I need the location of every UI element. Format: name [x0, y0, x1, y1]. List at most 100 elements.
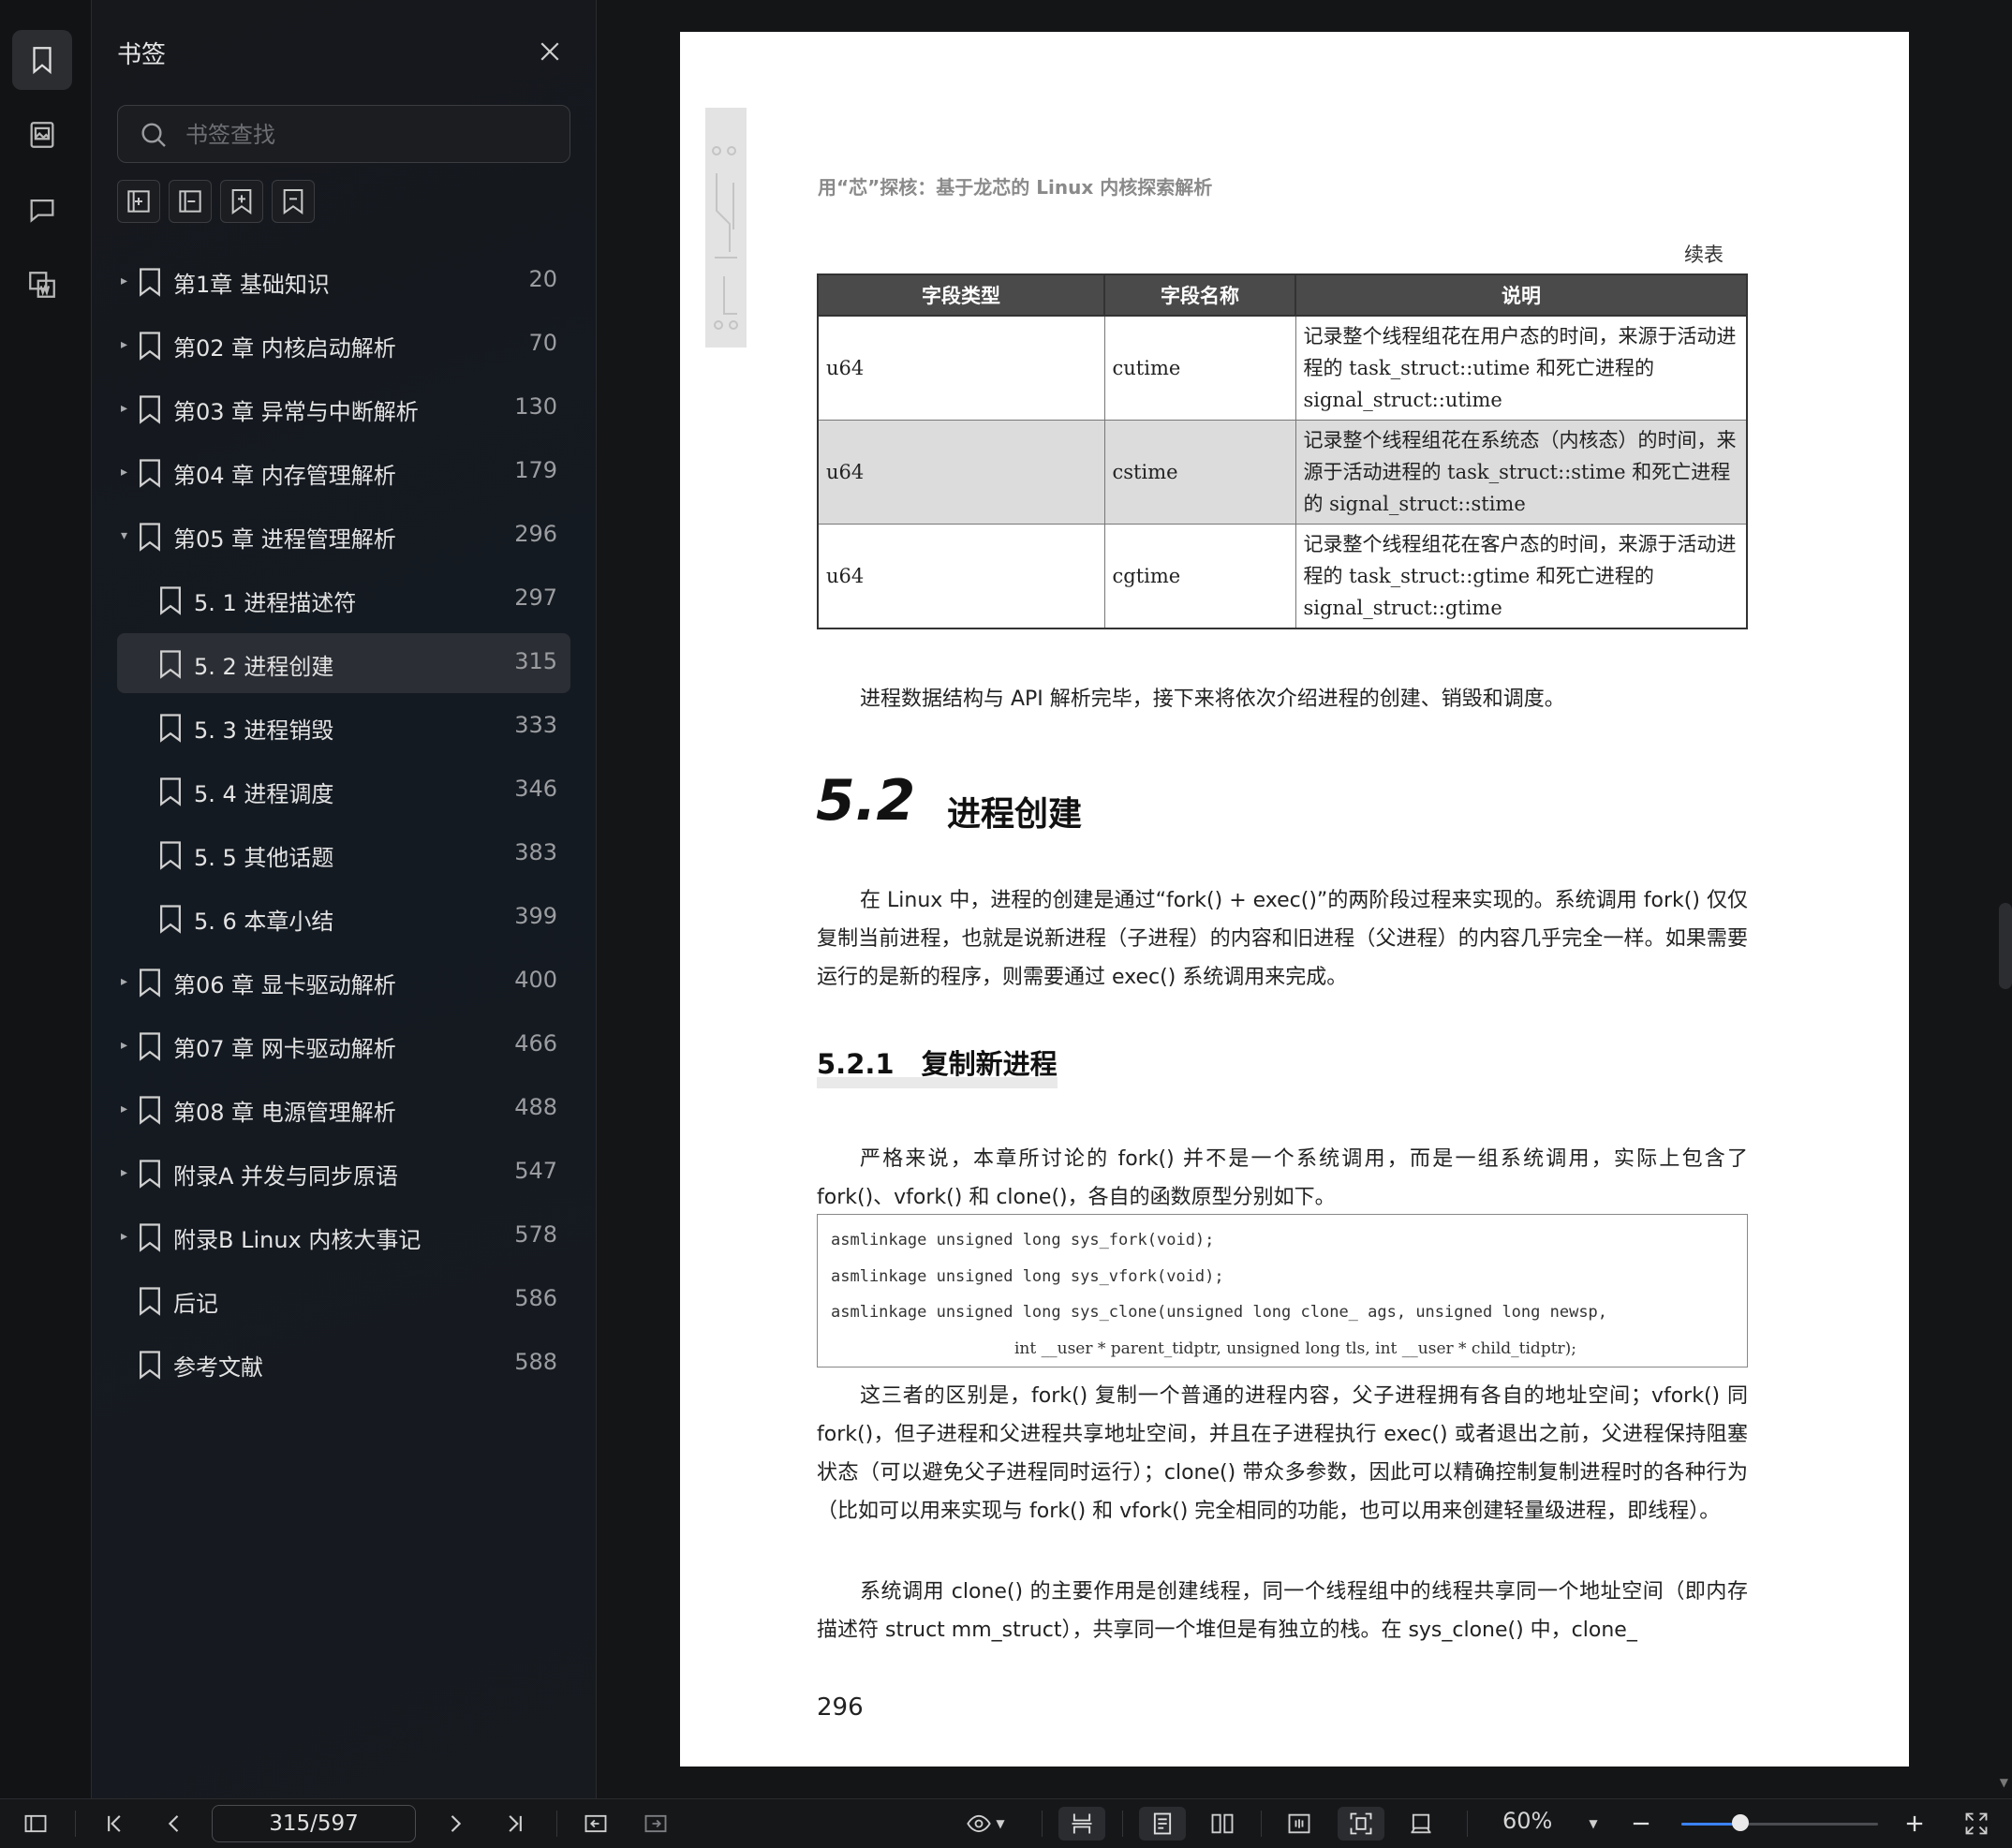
expand-arrow-icon[interactable]: ▸	[121, 1165, 127, 1180]
page-number: 296	[817, 1693, 864, 1722]
bookmark-icon	[140, 332, 160, 361]
bookmark-item[interactable]: ▸ 第03 章 异常与中断解析 130	[117, 378, 570, 438]
remove-bookmark-button[interactable]	[272, 180, 315, 223]
circuit-icon	[712, 146, 738, 330]
two-page-icon	[1211, 1813, 1234, 1834]
add-bookmark-button[interactable]	[220, 180, 263, 223]
chevron-down-icon: ▼	[1589, 1817, 1598, 1830]
scroll-down-icon[interactable]: ▼	[2000, 1776, 2008, 1789]
bookmark-label: 第04 章 内存管理解析	[173, 463, 396, 489]
continuous-scroll-button[interactable]	[1058, 1807, 1105, 1841]
expand-all-button[interactable]	[117, 180, 160, 223]
bookmark-icon	[160, 714, 181, 743]
single-page-button[interactable]	[1139, 1807, 1186, 1841]
bookmark-page-number: 20	[528, 266, 557, 292]
bookmark-label: 第1章 基础知识	[173, 272, 330, 298]
fit-page-button[interactable]	[1338, 1807, 1384, 1841]
bookmark-icon	[33, 47, 52, 75]
expand-arrow-icon[interactable]: ▸	[121, 274, 127, 288]
bookmark-item[interactable]: 5. 4 进程调度 346	[117, 761, 570, 821]
bookmark-page-number: 315	[514, 648, 557, 674]
bookmark-item[interactable]: ▸ 第07 章 网卡驱动解析 466	[117, 1015, 570, 1075]
bookmark-page-number: 399	[514, 903, 557, 929]
bookmark-page-number: 547	[514, 1158, 557, 1184]
view-mode-dropdown[interactable]: ▼	[957, 1807, 1013, 1841]
activity-rail	[0, 0, 92, 1798]
bookmark-item[interactable]: 后记 586	[117, 1270, 570, 1330]
comments-panel-button[interactable]	[12, 180, 72, 240]
scrollbar-thumb[interactable]	[1999, 903, 2012, 989]
collapse-all-button[interactable]	[169, 180, 212, 223]
paragraph: 严格来说，本章所讨论的 fork() 并不是一个系统调用，而是一组系统调用，实际…	[817, 1147, 1748, 1209]
bookmark-item[interactable]: ▸ 第08 章 电源管理解析 488	[117, 1079, 570, 1139]
bookmark-item[interactable]: ▸ 第04 章 内存管理解析 179	[117, 442, 570, 502]
previous-page-button[interactable]	[157, 1807, 191, 1841]
bookmark-page-number: 400	[514, 967, 557, 993]
bookmark-item[interactable]: 5. 5 其他话题 383	[117, 824, 570, 884]
fit-width-button[interactable]	[1276, 1807, 1323, 1841]
last-page-button[interactable]	[498, 1807, 532, 1841]
bookmark-item[interactable]: ▸ 第02 章 内核启动解析 70	[117, 315, 570, 375]
thumbnails-panel-button[interactable]	[12, 105, 72, 165]
expand-arrow-icon[interactable]: ▸	[121, 1101, 127, 1116]
bookmarks-panel-button[interactable]	[12, 30, 72, 90]
search-input[interactable]	[184, 115, 553, 155]
bookmark-item[interactable]: ▸ 第1章 基础知识 20	[117, 251, 570, 311]
bookmark-item[interactable]: 5. 3 进程销毁 333	[117, 697, 570, 757]
expand-arrow-icon[interactable]: ▸	[121, 401, 127, 416]
watermark-panel-button[interactable]	[12, 255, 72, 315]
bookmark-item[interactable]: ▾ 第05 章 进程管理解析 296	[117, 506, 570, 566]
bookmark-icon	[160, 650, 181, 679]
rotate-button[interactable]	[1398, 1807, 1444, 1841]
toggle-sidebar-button[interactable]	[19, 1807, 52, 1841]
zoom-in-button[interactable]	[1898, 1807, 1931, 1841]
close-icon[interactable]	[536, 37, 564, 66]
expand-arrow-icon[interactable]: ▸	[121, 465, 127, 480]
bookmark-icon	[140, 1287, 160, 1316]
image-icon	[30, 122, 54, 148]
bookmark-page-number: 179	[514, 457, 557, 483]
two-page-button[interactable]	[1199, 1807, 1246, 1841]
table-cell: u64	[817, 420, 1105, 525]
expand-arrow-icon[interactable]: ▸	[121, 1038, 127, 1053]
forward-button[interactable]	[639, 1807, 673, 1841]
code-line: asmlinkage unsigned long sys_vfork(void)…	[831, 1266, 1224, 1286]
bookmark-item[interactable]: 5. 2 进程创建 315	[117, 633, 570, 693]
bookmark-item[interactable]: 5. 6 本章小结 399	[117, 888, 570, 948]
back-button[interactable]	[579, 1807, 613, 1841]
chevron-down-icon: ▼	[996, 1817, 1005, 1830]
zoom-level[interactable]: 60%	[1502, 1808, 1552, 1834]
minus-icon	[1633, 1822, 1650, 1826]
bookmark-icon	[160, 777, 181, 806]
bookmark-item[interactable]: ▸ 附录B Linux 内核大事记 578	[117, 1206, 570, 1266]
bookmark-label: 后记	[173, 1291, 218, 1317]
rotate-icon	[1411, 1813, 1431, 1834]
expand-arrow-icon[interactable]: ▸	[121, 974, 127, 989]
bookmark-label: 5. 2 进程创建	[194, 654, 334, 680]
table-cell: 记录整个线程组花在用户态的时间，来源于活动进程的 task_struct::ut…	[1294, 315, 1748, 421]
table-cell: cstime	[1103, 420, 1296, 525]
zoom-out-button[interactable]	[1624, 1807, 1658, 1841]
bookmark-page-number: 346	[514, 776, 557, 802]
expand-arrow-icon[interactable]: ▸	[121, 337, 127, 352]
zoom-slider-knob[interactable]	[1732, 1814, 1749, 1831]
bookmark-item[interactable]: ▸ 附录A 并发与同步原语 547	[117, 1143, 570, 1203]
page-number-input[interactable]: 315/597	[212, 1805, 416, 1842]
bookmark-item[interactable]: 参考文献 588	[117, 1334, 570, 1394]
bookmark-item[interactable]: ▸ 第06 章 显卡驱动解析 400	[117, 952, 570, 1012]
fullscreen-button[interactable]	[1960, 1807, 1993, 1841]
table-row: u64 cutime 记录整个线程组花在用户态的时间，来源于活动进程的 task…	[817, 315, 1748, 421]
next-page-button[interactable]	[438, 1807, 472, 1841]
expand-arrow-open-icon[interactable]: ▾	[121, 528, 127, 543]
bookmark-item[interactable]: 5. 1 进程描述符 297	[117, 569, 570, 629]
separator	[1042, 1811, 1043, 1837]
zoom-slider[interactable]	[1681, 1814, 1878, 1831]
document-viewer[interactable]: 用“芯”探核：基于龙芯的 Linux 内核探索解析 续表 字段类型 字段名称 说…	[597, 0, 2012, 1798]
bookmark-label: 第06 章 显卡驱动解析	[173, 972, 396, 998]
expand-arrow-icon[interactable]: ▸	[121, 1229, 127, 1244]
bookmark-page-number: 297	[514, 584, 557, 611]
zoom-dropdown-button[interactable]: ▼	[1579, 1807, 1607, 1841]
first-page-button[interactable]	[97, 1807, 131, 1841]
watermark-icon	[29, 272, 55, 298]
bookmark-tree: ▸ 第1章 基础知识 20 ▸ 第02 章 内核启动解析 70 ▸ 第03 章 异常与中断解析…	[117, 251, 570, 1397]
